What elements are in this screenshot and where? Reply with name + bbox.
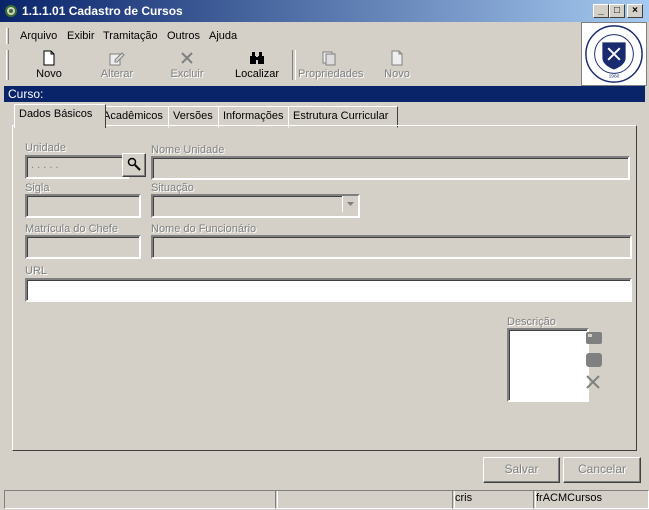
chevron-down-icon xyxy=(347,202,354,206)
matricula-chefe-field[interactable] xyxy=(25,235,141,259)
alterar-label: Alterar xyxy=(100,68,134,80)
descricao-image-field[interactable] xyxy=(507,328,589,402)
close-icon xyxy=(586,375,600,389)
search-unidade-button[interactable] xyxy=(122,153,146,177)
folder-open-icon xyxy=(586,332,602,344)
delete-icon xyxy=(181,52,193,64)
menu-tramitacao[interactable]: Tramitação xyxy=(103,30,158,42)
minimize-button[interactable]: _ xyxy=(593,4,609,18)
status-panel-1 xyxy=(4,490,278,509)
menu-bar: Arquivo Exibir Tramitação Outros Ajuda xyxy=(2,26,580,46)
university-seal-logo: 1960 xyxy=(581,22,647,86)
properties-icon xyxy=(322,51,336,66)
load-image-button[interactable] xyxy=(585,330,603,346)
unidade-label: Unidade xyxy=(25,142,66,154)
nome-funcionario-field[interactable] xyxy=(151,235,632,259)
sigla-label: Sigla xyxy=(25,182,50,194)
menu-exibir[interactable]: Exibir xyxy=(67,30,95,42)
novo-label: Novo xyxy=(36,68,62,80)
propriedades-label: Propriedades xyxy=(298,68,364,80)
document-icon xyxy=(391,50,403,66)
document-icon xyxy=(43,50,55,66)
menu-ajuda[interactable]: Ajuda xyxy=(209,30,237,42)
magnifier-icon xyxy=(127,157,141,171)
situacao-label: Situação xyxy=(151,182,194,194)
novo-disabled-label: Novo xyxy=(384,68,410,80)
cancelar-button[interactable]: Cancelar xyxy=(563,457,641,483)
edit-icon xyxy=(109,52,125,66)
menu-arquivo[interactable]: Arquivo xyxy=(20,30,57,42)
maximize-button[interactable]: □ xyxy=(609,4,625,18)
excluir-label: Excluir xyxy=(170,68,204,80)
unidade-field[interactable]: . . . . . xyxy=(25,155,129,179)
disk-icon xyxy=(586,353,602,367)
localizar-button[interactable]: Localizar xyxy=(230,48,284,84)
propriedades-button[interactable]: Propriedades xyxy=(298,48,364,84)
svg-text:1960: 1960 xyxy=(609,73,620,79)
alterar-button[interactable]: Alterar xyxy=(92,48,142,84)
situacao-select[interactable] xyxy=(151,194,360,218)
dropdown-arrow-button[interactable] xyxy=(342,196,358,212)
menu-outros[interactable]: Outros xyxy=(167,30,200,42)
binoculars-icon xyxy=(250,52,264,64)
novo-button[interactable]: Novo xyxy=(24,48,74,84)
save-image-button[interactable] xyxy=(585,352,603,368)
clear-image-button[interactable] xyxy=(585,374,603,390)
url-input[interactable] xyxy=(25,278,632,302)
nome-funcionario-label: Nome do Funcionário xyxy=(151,223,257,235)
toolbar-grip xyxy=(6,50,9,80)
localizar-label: Localizar xyxy=(234,68,280,80)
url-label: URL xyxy=(25,265,48,277)
nome-unidade-label: Nome Unidade xyxy=(151,144,225,156)
menu-grip xyxy=(6,28,9,44)
status-panel-2 xyxy=(275,490,455,509)
window-title: 1.1.1.01 Cadastro de Cursos xyxy=(22,4,183,18)
app-icon xyxy=(5,5,17,17)
section-title: Curso: xyxy=(4,86,645,102)
toolbar-separator xyxy=(292,50,296,80)
novo-disabled-button[interactable]: Novo xyxy=(372,48,422,84)
sigla-field[interactable] xyxy=(25,194,141,218)
descricao-label: Descrição xyxy=(507,316,556,328)
status-form-name: frACMCursos xyxy=(533,490,649,509)
matricula-chefe-label: Matrícula do Chefe xyxy=(25,223,118,235)
tab-dados-basicos[interactable]: Dados Básicos xyxy=(14,104,106,128)
nome-unidade-field[interactable] xyxy=(151,156,630,180)
status-user: cris xyxy=(452,490,536,509)
close-button[interactable]: × xyxy=(627,4,643,18)
status-bar: cris frACMCursos xyxy=(2,488,649,509)
salvar-button[interactable]: Salvar xyxy=(483,457,560,483)
excluir-button[interactable]: Excluir xyxy=(162,48,212,84)
toolbar: Novo Alterar Excluir Localizar Proprieda… xyxy=(2,46,580,84)
